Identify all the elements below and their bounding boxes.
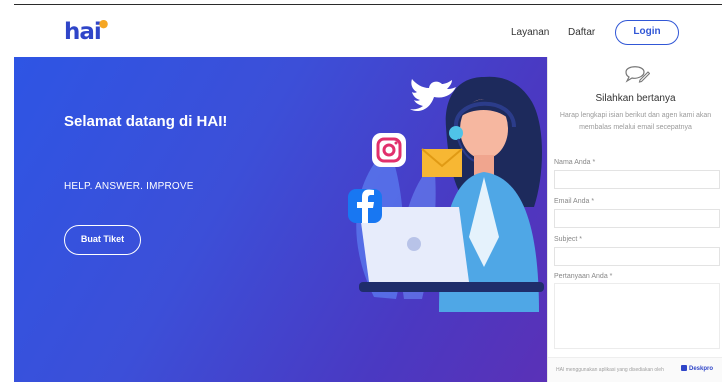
mail-icon: [421, 148, 463, 177]
hero-title: Selamat datang di HAI!: [64, 113, 228, 130]
hai-logo[interactable]: hai●: [64, 17, 109, 45]
chat-bubble-pencil-icon: [625, 66, 650, 83]
hero-tagline: HELP. ANSWER. IMPROVE: [64, 181, 194, 192]
subject-input[interactable]: [554, 247, 720, 266]
facebook-icon: [348, 189, 382, 223]
logo-dot-icon: ●: [98, 17, 109, 30]
name-label: Nama Anda *: [554, 159, 596, 166]
logo-text: hai: [64, 19, 102, 45]
site-header: hai● Layanan Daftar Login: [0, 5, 722, 57]
question-textarea[interactable]: [554, 283, 720, 349]
hero-banner: Selamat datang di HAI! HELP. ANSWER. IMP…: [14, 57, 547, 382]
create-ticket-button[interactable]: Buat Tiket: [64, 225, 141, 255]
nav-layanan-link[interactable]: Layanan: [511, 27, 549, 38]
subject-label: Subject *: [554, 236, 583, 243]
form-footer: HAI menggunakan aplikasi yang disediakan…: [548, 357, 722, 382]
nav-daftar-link[interactable]: Daftar: [568, 27, 595, 38]
login-button[interactable]: Login: [615, 20, 679, 45]
deskpro-logo-icon: [681, 365, 687, 371]
deskpro-label: Deskpro: [689, 366, 714, 372]
form-title: Silahkan bertanya: [595, 93, 676, 104]
support-agent-illustration: [348, 76, 544, 312]
question-label: Pertanyaan Anda *: [554, 273, 613, 280]
deskpro-link[interactable]: Deskpro: [681, 365, 713, 372]
footer-powered-text: HAI menggunakan aplikasi yang disediakan…: [556, 367, 664, 373]
email-label: Email Anda *: [554, 198, 595, 205]
name-input[interactable]: [554, 170, 720, 189]
email-input[interactable]: [554, 209, 720, 228]
instagram-icon: [372, 133, 406, 167]
contact-form-panel: Silahkan bertanya Harap lengkapi isian b…: [547, 57, 722, 382]
form-description: Harap lengkapi isian berikut dan agen ka…: [559, 112, 712, 131]
